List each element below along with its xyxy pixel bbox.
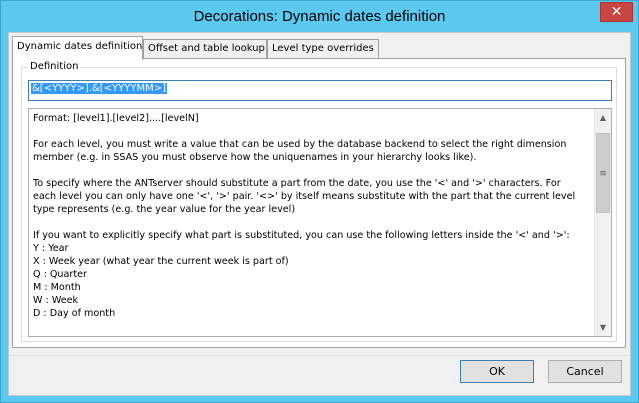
- definition-group-label: Definition: [28, 61, 81, 72]
- definition-group: Definition &[<YYYY>].&[<YYYYMM>] Format:…: [21, 61, 617, 342]
- scroll-thumb[interactable]: ≡: [596, 133, 610, 213]
- definition-input-value: &[<YYYY>].&[<YYYYMM>]: [31, 83, 168, 94]
- tab-dynamic-dates-definition[interactable]: Dynamic dates definition: [12, 36, 143, 60]
- help-line: Y : Year: [33, 243, 69, 254]
- help-line: member (e.g. in SSAS you must observe ho…: [33, 152, 477, 163]
- help-line: Format: [level1].[level2]....[levelN]: [33, 113, 199, 124]
- scroll-up-icon[interactable]: ▲: [595, 109, 611, 126]
- help-line: If you want to explicitly specify what p…: [33, 230, 570, 241]
- tab-panel: Definition &[<YYYY>].&[<YYYYMM>] Format:…: [12, 58, 626, 348]
- help-line: D : Day of month: [33, 308, 116, 319]
- scroll-down-icon[interactable]: ▼: [595, 319, 611, 336]
- dialog-window: Decorations: Dynamic dates definition ✕ …: [0, 0, 639, 403]
- title-bar[interactable]: Decorations: Dynamic dates definition ✕: [1, 1, 638, 32]
- help-line: X : Week year (what year the current wee…: [33, 256, 289, 267]
- ok-button[interactable]: OK: [460, 360, 534, 383]
- close-button[interactable]: ✕: [600, 2, 633, 22]
- footer-divider: [9, 355, 630, 356]
- help-blank-line: [33, 125, 590, 138]
- vertical-scrollbar[interactable]: ▲ ≡ ▼: [594, 109, 611, 336]
- tab-level-type-overrides[interactable]: Level type overrides: [267, 39, 379, 59]
- definition-input[interactable]: &[<YYYY>].&[<YYYYMM>]: [28, 80, 612, 101]
- help-text-box[interactable]: Format: [level1].[level2]....[levelN] For…: [28, 108, 612, 337]
- help-line: each level you can only have one '<', '>…: [33, 191, 576, 202]
- help-line: W : Week: [33, 295, 79, 306]
- help-line: For each level, you must write a value t…: [33, 139, 567, 150]
- help-blank-line: [33, 216, 590, 229]
- cancel-button[interactable]: Cancel: [548, 360, 622, 383]
- help-line: M : Month: [33, 282, 81, 293]
- close-icon: ✕: [610, 4, 623, 20]
- dialog-client-area: Dynamic dates definition Offset and tabl…: [8, 32, 631, 396]
- help-line: Q : Quarter: [33, 269, 87, 280]
- help-blank-line: [33, 164, 590, 177]
- help-text-content: Format: [level1].[level2]....[levelN] For…: [29, 109, 594, 336]
- tab-offset-and-table-lookup[interactable]: Offset and table lookup: [143, 39, 267, 59]
- help-line: To specify where the ANTserver should su…: [33, 178, 561, 189]
- window-title: Decorations: Dynamic dates definition: [193, 8, 446, 25]
- help-line: type represents (e.g. the year value for…: [33, 204, 296, 215]
